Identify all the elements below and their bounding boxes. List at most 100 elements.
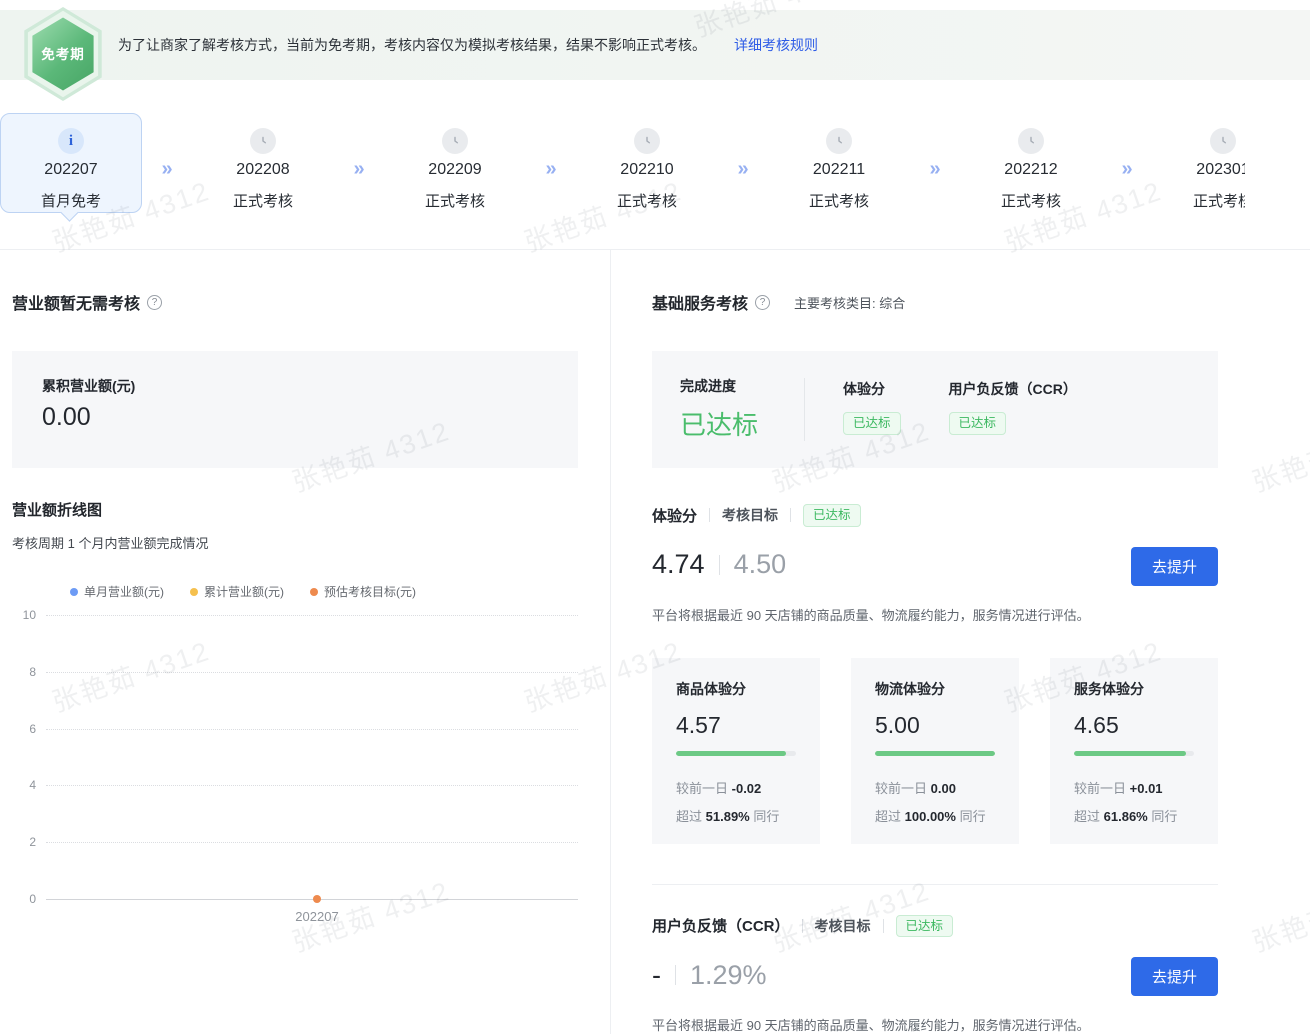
gridline: [46, 842, 578, 843]
revenue-line-chart: 10 8 6 4 2 0 202207: [12, 610, 578, 940]
chart-title: 营业额折线图: [12, 499, 578, 520]
exemption-badge: 免考期: [20, 5, 106, 103]
card-logistics-experience: 物流体验分 5.00 较前一日 0.00 超过 100.00% 同行: [851, 658, 1019, 844]
help-icon[interactable]: ?: [755, 295, 770, 310]
y-tick: 8: [12, 665, 36, 679]
experience-cards: 商品体验分 4.57 较前一日 -0.02 超过 51.89% 同行 物流体验分…: [652, 658, 1218, 844]
section-divider: [652, 884, 1218, 885]
ccr-section-header: 用户负反馈（CCR） 考核目标 已达标: [652, 915, 1218, 938]
card-value: 5.00: [875, 712, 995, 739]
over-value: 61.86%: [1104, 809, 1148, 824]
improve-button[interactable]: 去提升: [1131, 547, 1218, 586]
legend-label: 累计营业额(元): [204, 583, 284, 600]
score-progress-fill: [1074, 751, 1186, 756]
service-panel: 基础服务考核 ? 主要考核类目: 综合 完成进度 已达标 体验分 已达标 用户负…: [611, 250, 1310, 1034]
gridline: [46, 615, 578, 616]
ccr-title: 用户负反馈（CCR）: [652, 915, 790, 936]
timeline-item-202209[interactable]: 202209 正式考核: [384, 113, 526, 211]
vertical-divider: [804, 378, 805, 441]
revenue-stat-label: 累积营业额(元): [42, 376, 548, 396]
score-progress-bar: [1074, 751, 1194, 756]
legend-item-cumulative[interactable]: 累计营业额(元): [190, 583, 284, 600]
ccr-score-row: - 1.29% 去提升: [652, 957, 1218, 993]
divider: [790, 508, 791, 522]
timeline-item-202211[interactable]: 202211 正式考核: [768, 113, 910, 211]
delta-label: 较前一日: [676, 781, 728, 796]
banner-message: 为了让商家了解考核方式，当前为免考期，考核内容仅为模拟考核结果，结果不影响正式考…: [118, 35, 706, 55]
experience-title: 体验分: [652, 505, 697, 526]
timeline-month: 202211: [768, 161, 910, 179]
category-label: 主要考核类目: 综合: [794, 293, 905, 312]
divider: [883, 919, 884, 933]
delta-value: -0.02: [732, 781, 762, 796]
info-icon: i: [58, 128, 84, 154]
timeline-item-202301[interactable]: 202301 正式考核: [1152, 113, 1245, 211]
card-product-experience: 商品体验分 4.57 较前一日 -0.02 超过 51.89% 同行: [652, 658, 820, 844]
score-progress-fill: [676, 751, 786, 756]
target-label: 考核目标: [722, 505, 778, 525]
timeline-label: 正式考核: [1152, 190, 1245, 211]
timeline-label: 正式考核: [960, 190, 1102, 211]
summary-metric-experience: 体验分 已达标: [843, 376, 901, 443]
help-icon[interactable]: ?: [147, 295, 162, 310]
progress-summary-box: 完成进度 已达标 体验分 已达标 用户负反馈（CCR） 已达标: [652, 351, 1218, 468]
legend-item-monthly[interactable]: 单月营业额(元): [70, 583, 164, 600]
timeline-item-202210[interactable]: 202210 正式考核: [576, 113, 718, 211]
y-tick: 4: [12, 778, 36, 792]
delta-label: 较前一日: [875, 781, 927, 796]
legend-dot-icon: [190, 588, 198, 596]
gridline: [46, 672, 578, 673]
card-value: 4.57: [676, 712, 796, 739]
status-badge: 已达标: [949, 412, 1007, 435]
x-tick: 202207: [295, 909, 338, 924]
legend-item-target[interactable]: 预估考核目标(元): [310, 583, 416, 600]
chart-subtitle: 考核周期 1 个月内营业额完成情况: [12, 533, 578, 552]
divider: [719, 555, 720, 575]
card-title: 商品体验分: [676, 679, 796, 699]
double-chevron-icon: [1102, 113, 1152, 179]
divider: [802, 919, 803, 933]
timeline-label: 正式考核: [576, 190, 718, 211]
timeline-label: 正式考核: [192, 190, 334, 211]
over-label: 超过: [875, 809, 901, 824]
experience-target-value: 4.50: [734, 549, 787, 580]
timeline-month: 202209: [384, 161, 526, 179]
clock-icon: [442, 128, 468, 154]
timeline-label: 正式考核: [384, 190, 526, 211]
timeline-month: 202207: [1, 161, 141, 179]
assessment-rules-link[interactable]: 详细考核规则: [734, 35, 818, 55]
status-badge: 已达标: [896, 915, 954, 938]
ccr-description: 平台将根据最近 90 天店铺的商品质量、物流履约能力，服务情况进行评估。: [652, 1015, 1218, 1034]
ccr-target-value: 1.29%: [690, 960, 767, 991]
over-value: 100.00%: [905, 809, 956, 824]
double-chevron-icon: [142, 113, 192, 179]
timeline-month: 202212: [960, 161, 1102, 179]
over-value: 51.89%: [706, 809, 750, 824]
timeline-month: 202208: [192, 161, 334, 179]
improve-button[interactable]: 去提升: [1131, 957, 1218, 996]
timeline-item-202208[interactable]: 202208 正式考核: [192, 113, 334, 211]
y-tick: 6: [12, 722, 36, 736]
timeline-month: 202210: [576, 161, 718, 179]
y-tick: 10: [12, 608, 36, 622]
delta-value: 0.00: [931, 781, 956, 796]
legend-dot-icon: [310, 588, 318, 596]
target-label: 考核目标: [815, 916, 871, 936]
peer-label: 同行: [753, 809, 779, 824]
exemption-banner: 免考期 为了让商家了解考核方式，当前为免考期，考核内容仅为模拟考核结果，结果不影…: [0, 10, 1310, 80]
timeline-label: 正式考核: [768, 190, 910, 211]
x-axis-line: [46, 899, 578, 900]
revenue-stat-value: 0.00: [42, 403, 548, 432]
clock-icon: [826, 128, 852, 154]
timeline-label: 首月免考: [1, 190, 141, 211]
legend-dot-icon: [70, 588, 78, 596]
clock-icon: [1210, 128, 1236, 154]
summary-metric-ccr: 用户负反馈（CCR） 已达标: [949, 376, 1077, 443]
target-data-point[interactable]: [313, 895, 321, 903]
timeline-item-202207[interactable]: i 202207 首月免考: [0, 113, 142, 213]
legend-label: 单月营业额(元): [84, 583, 164, 600]
card-title: 服务体验分: [1074, 679, 1194, 699]
ccr-score: -: [652, 960, 661, 991]
peer-label: 同行: [960, 809, 986, 824]
timeline-item-202212[interactable]: 202212 正式考核: [960, 113, 1102, 211]
